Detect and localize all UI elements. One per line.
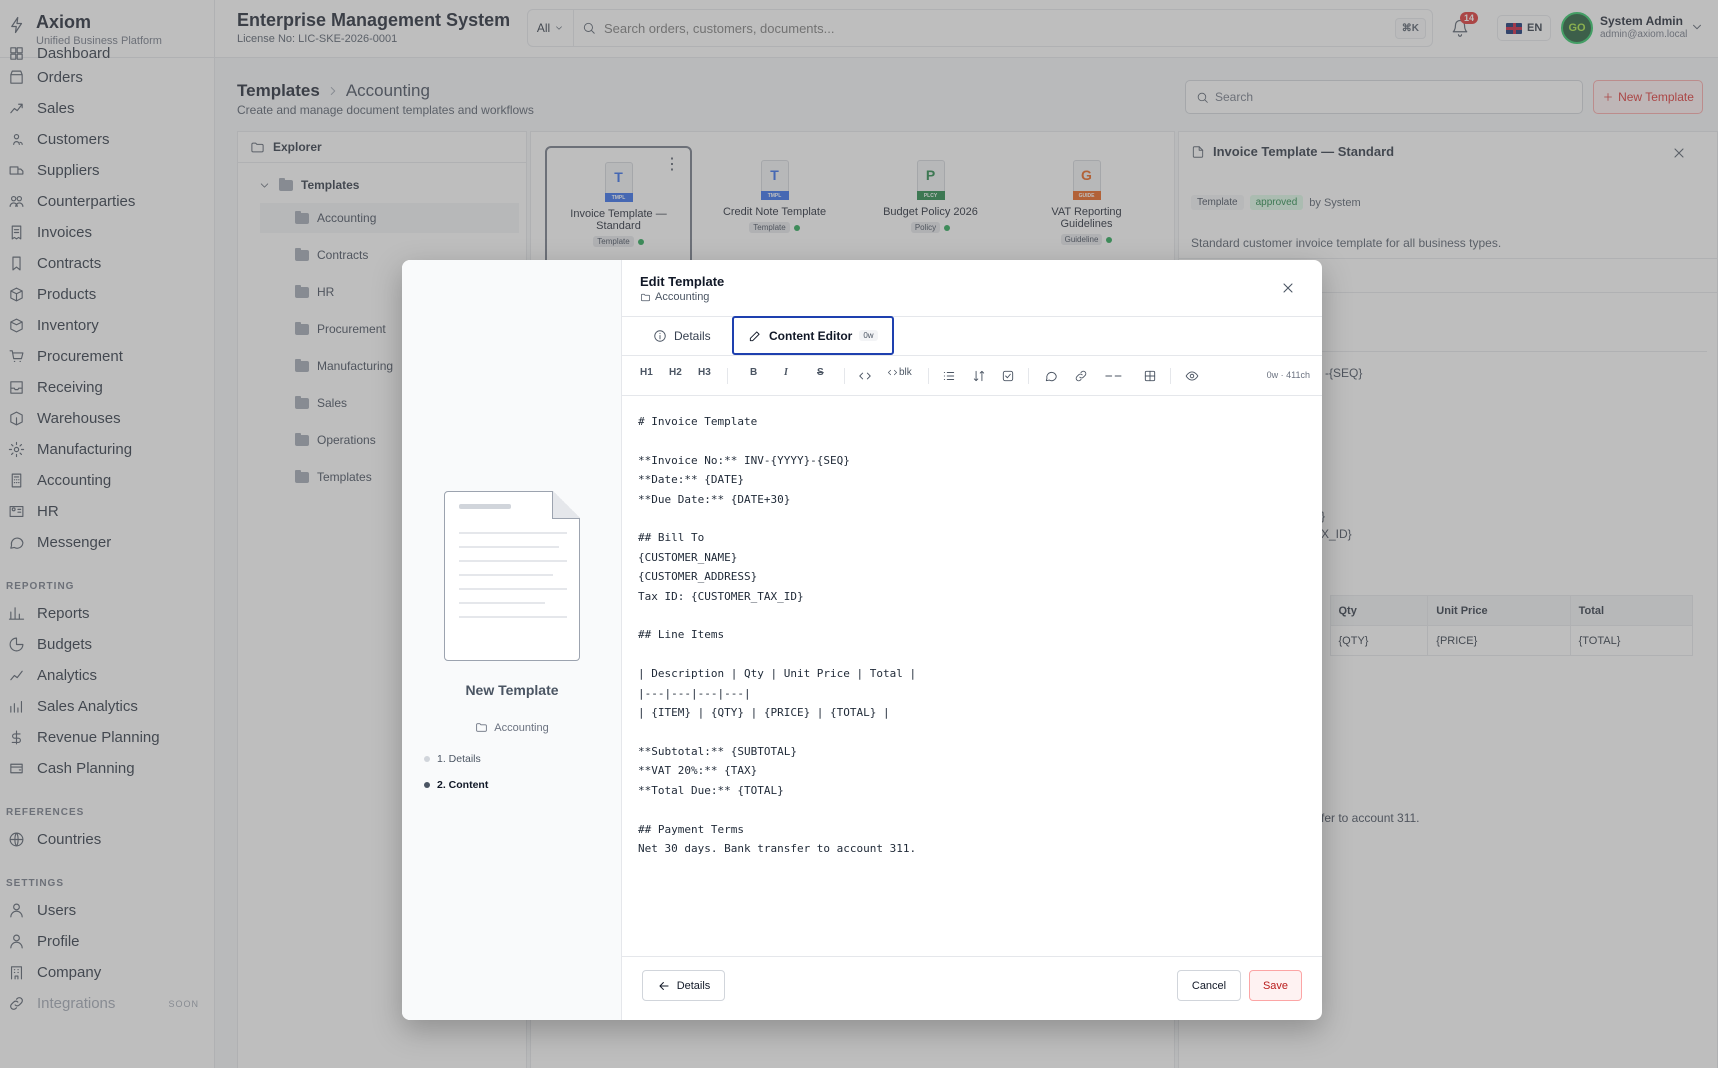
- horizontal-rule-icon[interactable]: [1103, 369, 1125, 383]
- tab-details[interactable]: Details: [653, 317, 711, 355]
- back-button-label: Details: [676, 979, 711, 992]
- italic-button[interactable]: I: [784, 367, 788, 378]
- step-label: 2. Content: [437, 779, 489, 791]
- strikethrough-button[interactable]: S: [817, 367, 824, 378]
- modal-footer: Details Cancel Save: [622, 956, 1322, 1020]
- folder-icon: [641, 293, 650, 301]
- heading-2-button[interactable]: H2: [669, 367, 682, 378]
- save-button[interactable]: Save: [1249, 970, 1302, 1001]
- close-icon[interactable]: [1280, 280, 1296, 296]
- heading-3-button[interactable]: H3: [698, 367, 711, 378]
- pencil-icon: [749, 330, 760, 341]
- step-content[interactable]: 2. Content: [424, 779, 488, 791]
- markdown-editor[interactable]: # Invoice Template **Invoice No:** INV-{…: [622, 396, 1322, 956]
- tab-label: Content Editor: [769, 328, 853, 343]
- comment-icon[interactable]: [1044, 369, 1058, 383]
- modal-preview-pane: New Template Accounting 1. Details 2. Co…: [402, 260, 622, 1020]
- preview-title: New Template: [465, 682, 559, 698]
- folder-icon: [476, 723, 488, 732]
- cancel-button[interactable]: Cancel: [1177, 970, 1241, 1001]
- modal-folder: Accounting: [640, 291, 709, 303]
- table-icon[interactable]: [1143, 369, 1157, 383]
- tab-label: Details: [674, 329, 711, 343]
- modal-title: Edit Template: [640, 274, 725, 289]
- step-label: 1. Details: [437, 753, 481, 765]
- code-icon: [888, 369, 897, 376]
- character-count: 0w · 411ch: [1266, 370, 1310, 380]
- code-block-label: blk: [899, 367, 912, 378]
- code-block-button[interactable]: blk: [887, 367, 912, 378]
- document-preview-icon: [444, 491, 580, 661]
- preview-folder-label: Accounting: [494, 721, 549, 734]
- bold-button[interactable]: B: [750, 367, 757, 378]
- word-count-badge: 0w: [859, 330, 878, 341]
- editor-toolbar: H1 H2 H3 B I S blk 0w · 411ch: [622, 356, 1322, 396]
- list-icon[interactable]: [942, 369, 956, 383]
- step-details[interactable]: 1. Details: [424, 753, 481, 765]
- info-icon: [654, 330, 666, 342]
- tab-content-editor[interactable]: Content Editor 0w: [732, 316, 894, 355]
- modal-folder-label: Accounting: [655, 291, 710, 303]
- arrow-left-icon: [659, 981, 669, 990]
- preview-eye-icon[interactable]: [1185, 369, 1199, 383]
- modal-tabs: Details Content Editor 0w: [622, 316, 1322, 356]
- heading-1-button[interactable]: H1: [640, 367, 653, 378]
- preview-folder: Accounting: [402, 721, 622, 734]
- back-to-details-button[interactable]: Details: [642, 970, 725, 1001]
- edit-template-modal: New Template Accounting 1. Details 2. Co…: [402, 260, 1322, 1020]
- checkbox-icon[interactable]: [1001, 369, 1015, 383]
- code-icon[interactable]: [858, 369, 872, 383]
- link-icon[interactable]: [1074, 369, 1088, 383]
- sort-list-icon[interactable]: [972, 369, 986, 383]
